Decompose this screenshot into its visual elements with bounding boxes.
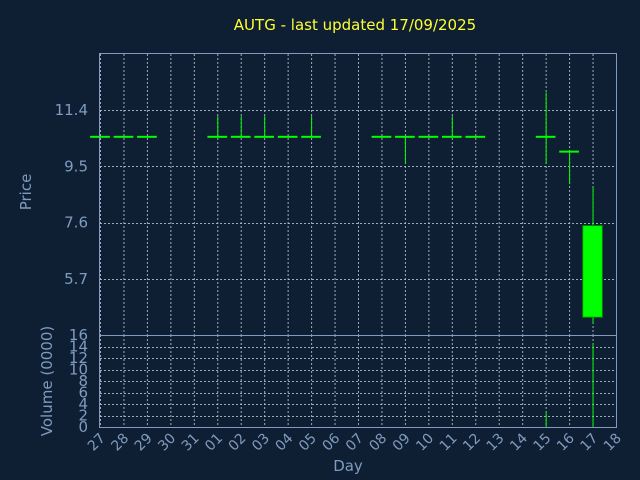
- volume-tick-labels: 0246810121416: [69, 326, 88, 436]
- candle-body: [301, 135, 321, 138]
- candle-body: [418, 135, 439, 138]
- volume-axis-label: Volume (0000): [38, 326, 56, 436]
- candle-body: [371, 135, 392, 138]
- day-tick-label: 10: [413, 431, 437, 455]
- candle-body: [207, 135, 228, 138]
- candle-body: [582, 225, 603, 318]
- day-tick-label: 14: [507, 430, 531, 454]
- day-tick-label: 31: [179, 431, 203, 455]
- day-tick-label: 28: [108, 431, 132, 455]
- candle-body: [254, 135, 275, 138]
- candle-body: [230, 135, 251, 138]
- volume-tick-label: 16: [69, 326, 88, 344]
- price-tick-label: 7.6: [64, 214, 88, 232]
- day-tick-label: 13: [484, 431, 508, 455]
- day-tick-label: 06: [319, 430, 343, 454]
- day-tick-label: 29: [132, 431, 156, 455]
- day-tick-label: 11: [437, 431, 461, 455]
- candle-body: [535, 135, 556, 138]
- day-tick-label: 08: [366, 431, 390, 455]
- price-tick-label: 9.5: [64, 157, 88, 175]
- candle-body: [395, 135, 415, 138]
- chart-title: AUTG - last updated 17/09/2025: [234, 16, 476, 34]
- day-tick-labels: 27 28 29 30 31 01 02 03 04 05 06 07 08 09 10 11 12 13 14 15…: [85, 430, 625, 454]
- day-tick-label: 07: [343, 431, 367, 455]
- day-tick-label: 04: [273, 430, 297, 454]
- day-tick-label: 12: [460, 431, 484, 455]
- day-tick-label: 17: [577, 431, 601, 455]
- candle-body: [559, 150, 579, 153]
- day-tick-label: 09: [390, 431, 414, 455]
- day-tick-label: 16: [554, 430, 578, 454]
- day-tick-label: 05: [296, 431, 320, 455]
- candle-body: [441, 135, 462, 138]
- day-tick-label: 27: [85, 431, 109, 455]
- day-tick-label: 02: [226, 431, 250, 455]
- day-tick-label: 18: [601, 431, 625, 455]
- day-tick-label: 03: [249, 431, 273, 455]
- price-axis-label: Price: [17, 174, 35, 211]
- chart: AUTG - last updated 17/09/2025 Price Vol…: [17, 16, 625, 475]
- price-tick-label: 5.7: [64, 270, 88, 288]
- day-tick-label: 15: [531, 431, 555, 455]
- candle-body: [113, 135, 134, 138]
- day-axis-label: Day: [333, 457, 363, 475]
- day-tick-label: 01: [202, 431, 226, 455]
- price-tick-label: 11.4: [55, 101, 88, 119]
- day-tick-label: 30: [155, 431, 179, 455]
- volume-grid: [100, 335, 617, 428]
- price-grid: [100, 54, 617, 335]
- price-tick-labels: 5.7 7.6 9.5 11.4: [55, 101, 88, 288]
- candle-body: [465, 135, 486, 138]
- candle-body: [277, 135, 298, 138]
- candle-body: [137, 135, 157, 138]
- candles: [90, 92, 603, 324]
